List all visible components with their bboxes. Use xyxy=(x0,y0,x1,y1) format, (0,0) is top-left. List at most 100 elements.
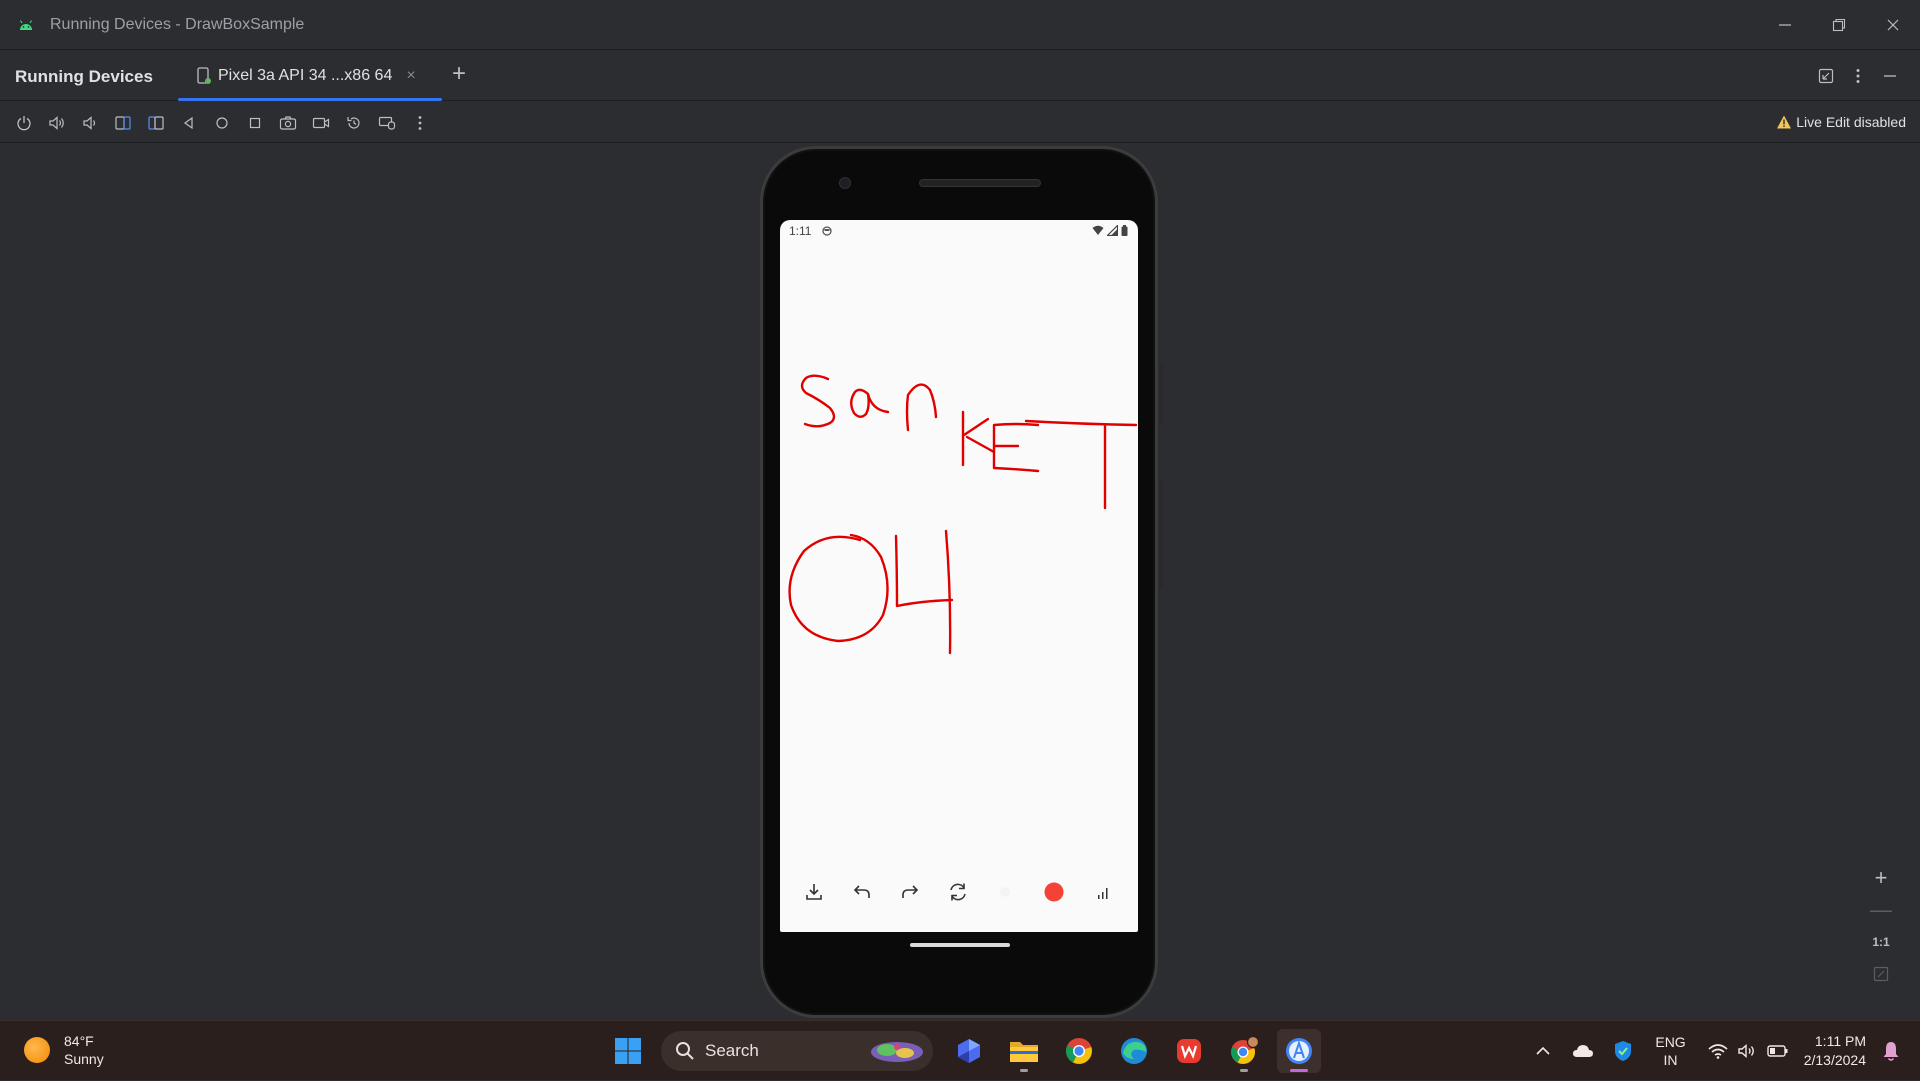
back-button[interactable] xyxy=(177,111,200,134)
taskbar-copilot[interactable] xyxy=(947,1029,991,1073)
window-titlebar: Running Devices - DrawBoxSample xyxy=(0,0,1920,50)
undo-icon xyxy=(853,885,870,898)
drawn-stroke-zero xyxy=(788,533,889,643)
camera-icon xyxy=(279,115,296,130)
snapshot-button[interactable] xyxy=(342,111,365,134)
copilot-icon xyxy=(958,1039,980,1063)
search-label: Search xyxy=(705,1041,759,1060)
zoom-out-button[interactable]: — xyxy=(1862,894,1900,926)
drawn-stroke-n xyxy=(905,383,938,432)
volume-up-icon xyxy=(48,115,64,130)
float-window-button[interactable] xyxy=(1810,60,1842,92)
windows-start-icon xyxy=(615,1038,641,1064)
taskbar-chrome-profile[interactable] xyxy=(1222,1029,1266,1073)
running-indicator xyxy=(1020,1069,1028,1072)
taskbar-edge[interactable] xyxy=(1112,1029,1156,1073)
drawing-canvas[interactable] xyxy=(780,242,1138,862)
add-tab-button[interactable]: + xyxy=(448,62,470,86)
weather-description: Sunny xyxy=(64,1051,104,1067)
home-button[interactable] xyxy=(210,111,233,134)
hide-window-button[interactable] xyxy=(1874,60,1906,92)
language-region: IN xyxy=(1663,1052,1678,1068)
wifi-icon xyxy=(1092,225,1104,235)
wps-office-icon xyxy=(1177,1039,1201,1063)
volume-button[interactable] xyxy=(1734,1037,1762,1065)
restore-button[interactable] xyxy=(1812,0,1866,50)
redo-button[interactable] xyxy=(897,879,923,905)
restore-icon xyxy=(1832,18,1846,32)
rotate-left-button[interactable] xyxy=(111,111,134,134)
brush-size-icon xyxy=(1000,887,1010,897)
notification-icon xyxy=(822,226,832,236)
tab-close-icon[interactable]: × xyxy=(406,67,415,85)
chrome-profile-icon xyxy=(1231,1036,1259,1064)
minimize-button[interactable] xyxy=(1758,0,1812,50)
power-button[interactable] xyxy=(12,111,35,134)
taskbar-search[interactable]: Search xyxy=(661,1031,933,1071)
device-toolbar: Live Edit disabled xyxy=(0,102,1920,143)
earpiece-speaker xyxy=(919,179,1041,187)
network-button[interactable] xyxy=(1704,1037,1732,1065)
refresh-button[interactable] xyxy=(945,879,971,905)
phone-side-button xyxy=(1159,364,1163,424)
zoom-in-button[interactable]: + xyxy=(1862,862,1900,894)
download-icon xyxy=(806,884,822,900)
onedrive-button[interactable] xyxy=(1569,1037,1597,1065)
cell-signal-icon xyxy=(1107,225,1118,236)
running-indicator xyxy=(1240,1069,1248,1072)
keyboard-mouse-icon xyxy=(378,116,395,130)
battery-button[interactable] xyxy=(1764,1037,1792,1065)
windows-security-button[interactable] xyxy=(1609,1037,1637,1065)
zoom-actual-size-button[interactable]: 1:1 xyxy=(1862,926,1900,958)
edge-icon xyxy=(1121,1038,1147,1064)
battery-icon xyxy=(1121,225,1128,236)
onedrive-cloud-icon xyxy=(1573,1045,1594,1057)
notification-bell-icon[interactable] xyxy=(1880,1040,1902,1062)
search-highlight-icon xyxy=(871,1042,923,1062)
chrome-icon xyxy=(1065,1038,1092,1064)
drawn-stroke-s xyxy=(800,374,836,428)
taskbar-android-studio[interactable] xyxy=(1277,1029,1321,1073)
rotate-right-button[interactable] xyxy=(144,111,167,134)
volume-up-button[interactable] xyxy=(45,111,68,134)
mirror-input-button[interactable] xyxy=(375,111,398,134)
rotate-left-icon xyxy=(114,115,131,130)
input-language[interactable]: ENG IN xyxy=(1655,1033,1685,1069)
start-button[interactable] xyxy=(606,1029,650,1073)
close-button[interactable] xyxy=(1866,0,1920,50)
color-picker-button[interactable] xyxy=(1041,879,1067,905)
stroke-width-button[interactable] xyxy=(1090,879,1116,905)
overview-button[interactable] xyxy=(243,111,266,134)
zoom-fit-button[interactable] xyxy=(1862,958,1900,990)
weather-widget[interactable]: 84°F Sunny xyxy=(24,1032,104,1068)
drawn-stroke-e xyxy=(992,422,1040,473)
more-tools-button[interactable] xyxy=(408,111,431,134)
more-options-button[interactable] xyxy=(1842,60,1874,92)
tab-pixel-3a[interactable]: Pixel 3a API 34 ...x86 64 × xyxy=(178,51,442,101)
power-icon xyxy=(16,115,31,130)
speaker-icon xyxy=(1738,1043,1754,1059)
screen-record-button[interactable] xyxy=(309,111,332,134)
status-time: 1:11 xyxy=(789,224,812,238)
redo-icon xyxy=(902,885,919,898)
window-options-icon xyxy=(1818,68,1834,84)
weather-temperature: 84°F xyxy=(64,1033,94,1049)
live-edit-status[interactable]: Live Edit disabled xyxy=(1776,114,1906,130)
rotate-right-icon xyxy=(147,115,164,130)
brush-size-button[interactable] xyxy=(992,879,1018,905)
screenshot-button[interactable] xyxy=(276,111,299,134)
phone-screen[interactable]: 1:11 xyxy=(780,220,1138,932)
taskbar-chrome[interactable] xyxy=(1057,1029,1101,1073)
undo-button[interactable] xyxy=(849,879,875,905)
tool-window-title: Running Devices xyxy=(15,67,153,86)
fit-screen-icon xyxy=(1873,966,1889,982)
taskbar-wps-office[interactable] xyxy=(1167,1029,1211,1073)
download-button[interactable] xyxy=(801,879,827,905)
volume-down-button[interactable] xyxy=(78,111,101,134)
show-hidden-icons-button[interactable] xyxy=(1529,1037,1557,1065)
sunny-weather-icon xyxy=(24,1037,50,1063)
gesture-home-bar[interactable] xyxy=(910,943,1010,947)
drawbox-action-bar xyxy=(780,867,1138,917)
taskbar-clock[interactable]: 1:11 PM 2/13/2024 xyxy=(1804,1032,1866,1070)
taskbar-file-explorer[interactable] xyxy=(1002,1029,1046,1073)
